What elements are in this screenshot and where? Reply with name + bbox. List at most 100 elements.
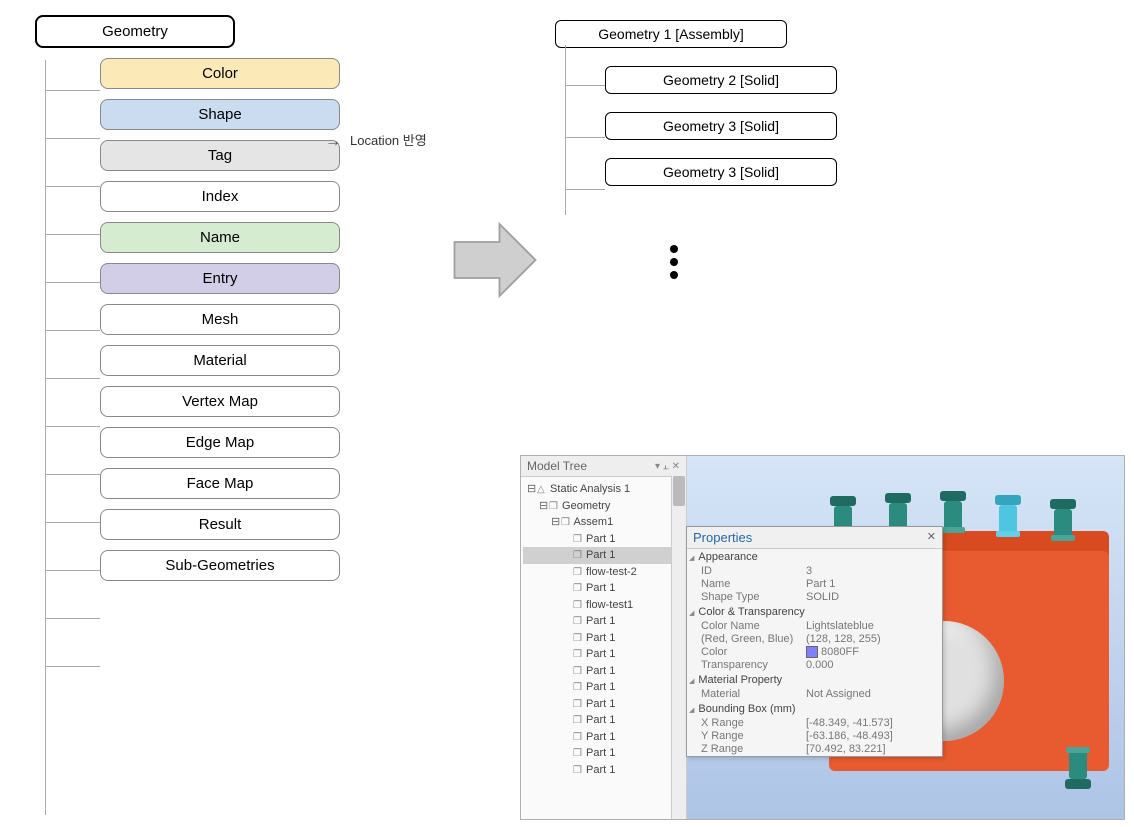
property-label: X Range: [701, 717, 806, 729]
property-row: Y Range[-63.186, -48.493]: [687, 730, 942, 743]
property-row: X Range[-48.349, -41.573]: [687, 717, 942, 730]
material-node: Material: [100, 345, 340, 376]
bolt-part-selected: [999, 505, 1017, 533]
property-label: Material: [701, 688, 806, 700]
property-value: Part 1: [806, 578, 940, 590]
left-attribute-tree: Geometry Color Shape Tag Index Name Entry Mesh…: [10, 15, 380, 591]
tree-connector: [565, 189, 605, 190]
tree-item[interactable]: ❒ Part 1: [523, 663, 684, 680]
tree-item[interactable]: ❒ Part 1: [523, 547, 684, 564]
tree-item[interactable]: ❒ Part 1: [523, 679, 684, 696]
model-tree-header: Model Tree ▾ ⫠ ✕: [521, 456, 686, 477]
tree-connector: [45, 570, 100, 571]
tree-connector: [45, 60, 46, 815]
tree-connector: [45, 186, 100, 187]
tree-connector: [45, 90, 100, 91]
scrollbar[interactable]: [671, 476, 686, 820]
tree-item[interactable]: ❒ Part 1: [523, 729, 684, 746]
cad-app-window: Model Tree ▾ ⫠ ✕ ⊟△ Static Analysis 1⊟❒ …: [520, 455, 1125, 820]
tree-item[interactable]: ❒ Part 1: [523, 712, 684, 729]
scrollbar-thumb[interactable]: [673, 476, 685, 506]
mesh-node: Mesh: [100, 304, 340, 335]
property-row: Transparency0.000: [687, 659, 942, 672]
tree-connector: [45, 330, 100, 331]
model-tree-panel: Model Tree ▾ ⫠ ✕ ⊟△ Static Analysis 1⊟❒ …: [521, 456, 687, 820]
property-row: Z Range[70.492, 83.221]: [687, 743, 942, 756]
property-row: ID3: [687, 565, 942, 578]
arrow-to-note: →: [325, 133, 341, 151]
property-value: 8080FF: [806, 646, 940, 658]
property-section-header[interactable]: Material Property: [687, 672, 942, 688]
tree-item[interactable]: ❒ Part 1: [523, 696, 684, 713]
tree-item[interactable]: ❒ Part 1: [523, 580, 684, 597]
tree-item[interactable]: ❒ Part 1: [523, 630, 684, 647]
panel-controls[interactable]: ▾ ⫠ ✕: [655, 461, 680, 472]
property-row: Color NameLightslateblue: [687, 620, 942, 633]
tree-item[interactable]: ❒ Part 1: [523, 745, 684, 762]
shape-node: Shape: [100, 99, 340, 130]
ellipsis-icon: [670, 240, 678, 284]
name-node: Name: [100, 222, 340, 253]
tree-item[interactable]: ⊟❒ Assem1: [523, 514, 684, 531]
property-section-header[interactable]: Bounding Box (mm): [687, 701, 942, 717]
tree-item[interactable]: ❒ flow-test-2: [523, 564, 684, 581]
solid-node: Geometry 2 [Solid]: [605, 66, 837, 94]
property-label: Color Name: [701, 620, 806, 632]
entry-node: Entry: [100, 263, 340, 294]
properties-title: Properties: [693, 530, 752, 545]
location-note: Location 반영: [350, 130, 427, 149]
sub-geometries-node: Sub-Geometries: [100, 550, 340, 581]
property-value: [-48.349, -41.573]: [806, 717, 940, 729]
index-node: Index: [100, 181, 340, 212]
tree-item[interactable]: ❒ Part 1: [523, 646, 684, 663]
property-value: SOLID: [806, 591, 940, 603]
properties-panel: Properties ✕ AppearanceID3NamePart 1Shap…: [686, 526, 943, 757]
property-label: Color: [701, 646, 806, 658]
property-label: Shape Type: [701, 591, 806, 603]
property-label: Name: [701, 578, 806, 590]
property-value: 3: [806, 565, 940, 577]
property-section-header[interactable]: Color & Transparency: [687, 604, 942, 620]
close-icon[interactable]: ✕: [927, 530, 936, 545]
tree-connector: [45, 282, 100, 283]
properties-header: Properties ✕: [687, 527, 942, 549]
property-row: NamePart 1: [687, 578, 942, 591]
tree-connector: [45, 426, 100, 427]
tree-connector: [45, 138, 100, 139]
property-row: Color8080FF: [687, 646, 942, 659]
property-row: (Red, Green, Blue)(128, 128, 255): [687, 633, 942, 646]
tree-item[interactable]: ❒ Part 1: [523, 531, 684, 548]
solid-node: Geometry 3 [Solid]: [605, 158, 837, 186]
property-value: (128, 128, 255): [806, 633, 940, 645]
bolt-part: [1054, 509, 1072, 537]
model-tree-title: Model Tree: [527, 459, 587, 473]
property-value: Lightslateblue: [806, 620, 940, 632]
model-tree-content[interactable]: ⊟△ Static Analysis 1⊟❒ Geometry⊟❒ Assem1…: [521, 477, 686, 820]
tree-item[interactable]: ❒ Part 1: [523, 613, 684, 630]
vertex-map-node: Vertex Map: [100, 386, 340, 417]
solid-node: Geometry 3 [Solid]: [605, 112, 837, 140]
right-geometry-tree: Geometry 1 [Assembly] Geometry 2 [Solid]…: [555, 20, 885, 204]
property-label: ID: [701, 565, 806, 577]
bolt-part: [1069, 751, 1087, 779]
property-label: Transparency: [701, 659, 806, 671]
tree-item[interactable]: ❒ flow-test1: [523, 597, 684, 614]
face-map-node: Face Map: [100, 468, 340, 499]
property-section-header[interactable]: Appearance: [687, 549, 942, 565]
tree-item[interactable]: ⊟△ Static Analysis 1: [523, 481, 684, 498]
edge-map-node: Edge Map: [100, 427, 340, 458]
tree-connector: [45, 618, 100, 619]
tree-item[interactable]: ❒ Part 1: [523, 762, 684, 779]
property-label: (Red, Green, Blue): [701, 633, 806, 645]
tree-item[interactable]: ⊟❒ Geometry: [523, 498, 684, 515]
property-row: MaterialNot Assigned: [687, 688, 942, 701]
tag-node: Tag: [100, 140, 340, 171]
tree-connector: [565, 85, 605, 86]
property-value: [-63.186, -48.493]: [806, 730, 940, 742]
property-label: Y Range: [701, 730, 806, 742]
property-value: 0.000: [806, 659, 940, 671]
property-label: Z Range: [701, 743, 806, 755]
transform-arrow-icon: [450, 215, 540, 305]
color-node: Color: [100, 58, 340, 89]
geometry-root-node: Geometry: [35, 15, 235, 48]
